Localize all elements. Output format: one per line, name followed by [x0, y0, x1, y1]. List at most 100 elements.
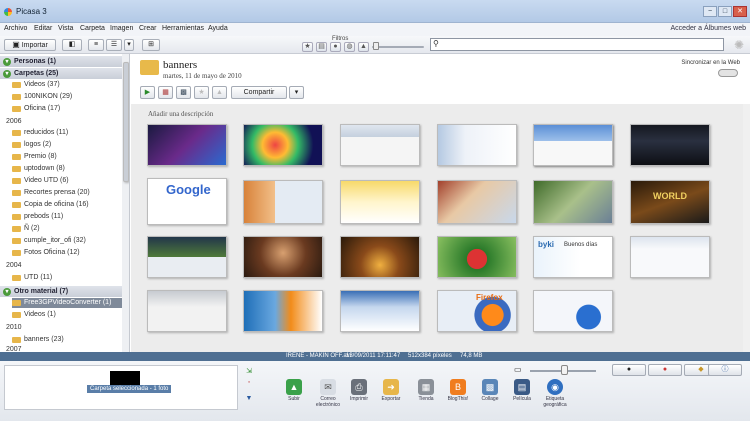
menu-vista[interactable]: Vista — [58, 25, 73, 32]
star-button[interactable]: ★ — [194, 86, 209, 99]
print-button[interactable]: ⎙ Imprimir — [341, 379, 377, 402]
view-dropdown-button[interactable]: ▾ — [124, 39, 134, 51]
photo-thumbnail[interactable] — [630, 236, 710, 278]
video-import-button[interactable]: ◧ — [62, 39, 82, 51]
people-panel-button[interactable]: ● — [612, 364, 646, 376]
filter-people-button[interactable]: ◍ — [344, 42, 355, 52]
upload-button[interactable]: ▲ Subir — [276, 379, 312, 402]
photo-thumbnail[interactable] — [243, 124, 323, 166]
import-button[interactable]: ▣ Importar — [4, 39, 56, 51]
list-view-button[interactable]: ≡ — [88, 39, 104, 51]
folder-item[interactable]: Copia de oficina (16) — [12, 200, 122, 210]
folder-item[interactable]: 100NIKON (29) — [12, 92, 122, 102]
shop-button[interactable]: ▦ Tienda — [408, 379, 444, 402]
menu-crear[interactable]: Crear — [139, 25, 157, 32]
photo-thumbnail[interactable] — [533, 124, 613, 166]
photo-thumbnail[interactable] — [533, 180, 613, 224]
folder-item[interactable]: reducidos (11) — [12, 128, 122, 138]
search-input[interactable] — [443, 40, 721, 49]
photo-thumbnail[interactable] — [630, 124, 710, 166]
folder-item[interactable]: Recortes prensa (20) — [12, 188, 122, 198]
photo-thumbnail[interactable]: byki Buenos días — [533, 236, 613, 278]
menu-imagen[interactable]: Imagen — [110, 25, 133, 32]
add-folder-button[interactable]: ⊞ — [142, 39, 160, 51]
geotag-button[interactable]: ◉ Etiqueta geográfica — [537, 379, 573, 408]
photo-thumbnail[interactable] — [340, 236, 420, 278]
grid-scrollbar[interactable] — [743, 104, 750, 352]
photo-thumbnail[interactable] — [147, 236, 227, 278]
folder-item[interactable]: Videos (1) — [12, 310, 122, 320]
info-panel-button[interactable]: ⓘ — [708, 364, 742, 376]
other-material-group-header[interactable]: ▾ Otro material (7) — [0, 286, 122, 297]
export-button[interactable]: ➜ Exportar — [373, 379, 409, 402]
web-albums-link[interactable]: Acceder a Álbumes web — [671, 25, 746, 32]
movie-action-button[interactable]: ▤ Película — [504, 379, 540, 402]
folder-item[interactable]: Video UTD (6) — [12, 176, 122, 186]
album-title[interactable]: banners — [163, 59, 197, 71]
folder-item-selected[interactable]: Free3GPVideoConverter (1) — [12, 298, 122, 308]
photo-thumbnail[interactable] — [147, 124, 227, 166]
folder-item[interactable]: prebods (11) — [12, 212, 122, 222]
folder-item[interactable]: Ñ (2) — [12, 224, 122, 234]
photo-thumbnail[interactable] — [437, 180, 517, 224]
folder-item[interactable]: Oficina (17) — [12, 104, 122, 114]
photo-thumbnail[interactable] — [437, 124, 517, 166]
filter-video-button[interactable]: ▤ — [316, 42, 327, 52]
slideshow-button[interactable]: ▶ — [140, 86, 155, 99]
sidebar-scrollbar[interactable] — [122, 54, 129, 352]
photo-thumbnail[interactable] — [147, 290, 227, 332]
folder-item[interactable]: UTD (11) — [12, 273, 122, 283]
share-button[interactable]: Compartir — [231, 86, 287, 99]
filter-date-slider-track[interactable] — [372, 46, 424, 48]
thumbnail-zoom-handle[interactable] — [561, 365, 568, 375]
folder-item[interactable]: logos (2) — [12, 140, 122, 150]
maximize-button[interactable]: □ — [718, 6, 732, 17]
photo-thumbnail[interactable]: WORLD — [630, 180, 710, 224]
collage-action-button[interactable]: ▩ Collage — [472, 379, 508, 402]
hold-pin-icon[interactable]: ⇲ — [244, 367, 254, 376]
menu-ayuda[interactable]: Ayuda — [208, 25, 228, 32]
photo-thumbnail[interactable] — [243, 236, 323, 278]
blog-button[interactable]: ▲ — [212, 86, 227, 99]
folder-item[interactable]: banners (23) — [12, 335, 122, 345]
folder-item[interactable]: Videos (37) — [12, 80, 122, 90]
photo-thumbnail[interactable] — [243, 180, 323, 224]
menu-archivo[interactable]: Archivo — [4, 25, 27, 32]
sync-web-toggle[interactable] — [718, 69, 738, 77]
scrollbar-thumb[interactable] — [123, 62, 129, 182]
folder-item[interactable]: Fotos Oficina (12) — [12, 248, 122, 258]
filter-person-button[interactable]: ● — [330, 42, 341, 52]
minimize-button[interactable]: − — [703, 6, 717, 17]
photo-thumbnail[interactable]: Firefox — [437, 290, 517, 332]
folder-item[interactable]: uptodown (8) — [12, 164, 122, 174]
photo-thumbnail[interactable] — [340, 124, 420, 166]
filter-date-slider-handle[interactable] — [373, 42, 379, 50]
photo-thumbnail[interactable] — [340, 290, 420, 332]
photo-thumbnail[interactable] — [243, 290, 323, 332]
tree-view-button[interactable]: ☰ — [106, 39, 122, 51]
folder-item[interactable]: cumple_itor_ofi (32) — [12, 236, 122, 246]
share-dropdown-button[interactable]: ▾ — [289, 86, 304, 99]
filter-star-button[interactable]: ★ — [302, 42, 313, 52]
selected-thumbnail[interactable] — [110, 371, 140, 385]
menu-carpeta[interactable]: Carpeta — [80, 25, 105, 32]
movie-button[interactable]: ▦ — [158, 86, 173, 99]
places-panel-button[interactable]: ● — [648, 364, 682, 376]
folders-group-header[interactable]: ▾ Carpetas (25) — [0, 68, 122, 79]
close-button[interactable]: ✕ — [733, 6, 747, 17]
filter-geo-button[interactable]: ▲ — [358, 42, 369, 52]
menu-herramientas[interactable]: Herramientas — [162, 25, 204, 32]
photo-thumbnail[interactable] — [437, 236, 517, 278]
collage-button[interactable]: ▩ — [176, 86, 191, 99]
add-description-link[interactable]: Añadir una descripción — [148, 110, 213, 118]
photo-thumbnail[interactable] — [533, 290, 613, 332]
photo-thumbnail[interactable] — [340, 180, 420, 224]
folder-item[interactable]: Premio (8) — [12, 152, 122, 162]
people-group-header[interactable]: ▾ Personas (1) — [0, 56, 122, 67]
clear-tray-icon[interactable]: ◦ — [244, 379, 254, 388]
add-to-album-icon[interactable]: ▼ — [244, 395, 254, 404]
menu-editar[interactable]: Editar — [34, 25, 52, 32]
gear-icon[interactable]: ✺ — [734, 38, 744, 52]
photo-thumbnail[interactable]: Google — [147, 178, 227, 225]
blogthis-button[interactable]: B BlogThis! — [440, 379, 476, 402]
